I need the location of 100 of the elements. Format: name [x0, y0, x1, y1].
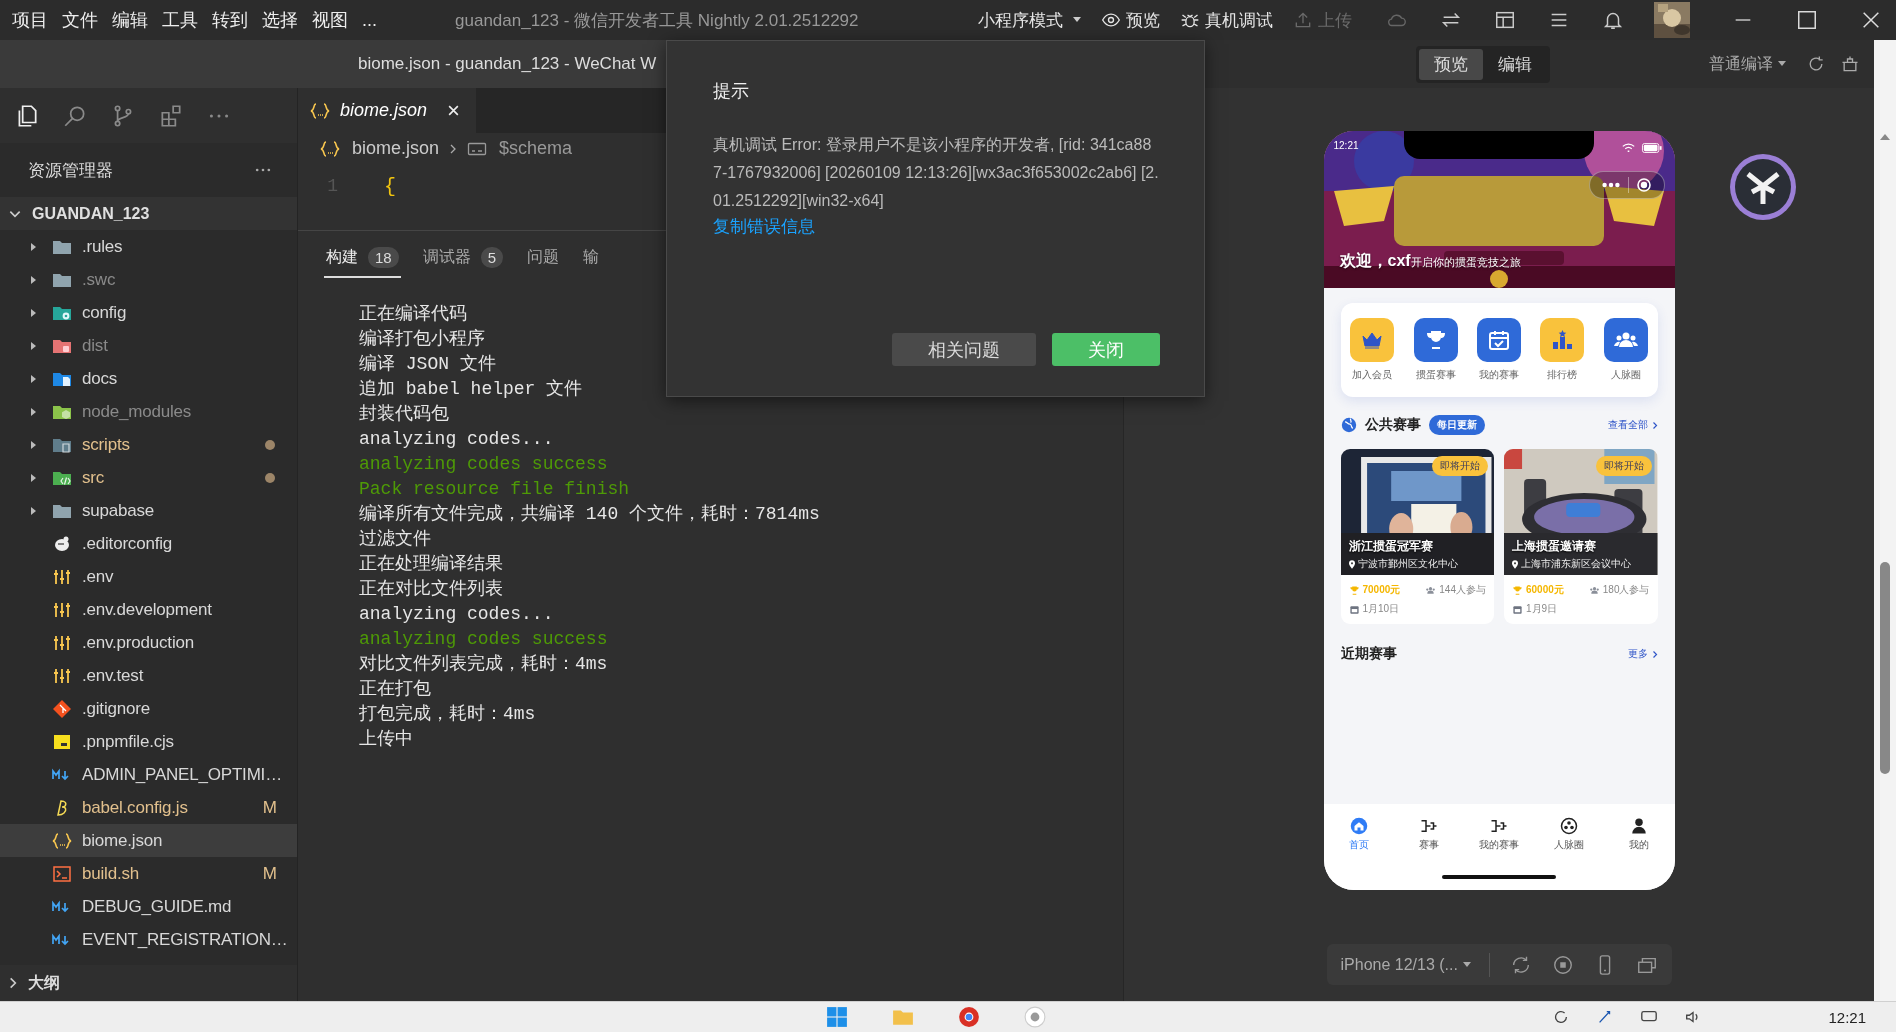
menu-item[interactable]: 转到	[212, 8, 248, 32]
windows-logo-icon[interactable]	[826, 1006, 848, 1028]
dialog-title: 提示	[713, 80, 750, 103]
file-tree-item[interactable]: config	[0, 296, 297, 329]
welcome-subtitle: 开启你的掼蛋竞技之旅	[1410, 256, 1521, 270]
file-tree-item[interactable]: .rules	[0, 230, 297, 263]
console-line: 打包完成，耗时：4ms	[359, 703, 536, 726]
file-tree-item[interactable]: biome.json	[0, 824, 297, 857]
menu-item[interactable]: 编辑	[112, 8, 148, 32]
menu-item[interactable]: 文件	[62, 8, 98, 32]
tab-bar-item[interactable]: 赛事	[1399, 816, 1458, 852]
outline-section-header[interactable]: 大纲	[0, 965, 297, 1001]
file-tree-item[interactable]: src	[0, 461, 297, 494]
file-tree-item[interactable]: .swc	[0, 263, 297, 296]
file-tree-item[interactable]: .env	[0, 560, 297, 593]
compile-mode-dropdown[interactable]: 普通编译	[1703, 52, 1792, 76]
caret-icon	[1778, 61, 1786, 67]
console-line: 正在对比文件列表	[359, 578, 503, 601]
scrollbar-thumb[interactable]	[1880, 562, 1890, 774]
toggle-tab[interactable]: 编辑	[1483, 48, 1547, 80]
file-tree-item[interactable]: scripts	[0, 428, 297, 461]
file-tree-item[interactable]: babel.config.js M	[0, 791, 297, 824]
extensions-icon[interactable]	[158, 102, 184, 129]
braces-icon	[52, 830, 72, 851]
close-target-icon[interactable]	[1636, 177, 1652, 193]
stop-icon[interactable]	[1551, 953, 1574, 976]
more-link[interactable]: 更多	[1627, 647, 1658, 661]
tab-bar-item[interactable]: 我的	[1610, 816, 1669, 852]
tab-bar-item[interactable]: 我的赛事	[1469, 816, 1528, 852]
breadcrumb-item[interactable]: $schema	[499, 138, 573, 159]
file-tree-item[interactable]: docs	[0, 362, 297, 395]
shortcut-label: 人脉圈	[1610, 368, 1641, 382]
console-line: 上传中	[359, 728, 413, 751]
file-tree-item[interactable]: .env.development	[0, 593, 297, 626]
scrollbar[interactable]	[1874, 40, 1896, 1001]
section-title: 公共赛事	[1364, 416, 1421, 434]
file-tree-item[interactable]: node_modules	[0, 395, 297, 428]
shortcut-label: 排行榜	[1547, 368, 1578, 382]
file-tree-item[interactable]: .env.production	[0, 626, 297, 659]
project-folder-header[interactable]: GUANDAN_123	[0, 197, 297, 230]
scroll-up-icon[interactable]	[1880, 134, 1890, 140]
browser-icon[interactable]	[958, 1006, 980, 1028]
menu-item[interactable]: 选择	[262, 8, 298, 32]
file-tree-item[interactable]: .editorconfig	[0, 527, 297, 560]
console-line: 编译 JSON 文件	[359, 353, 496, 376]
crown-icon[interactable]	[1350, 318, 1395, 362]
circle-dots-icon	[1560, 816, 1579, 835]
panel-tab[interactable]: 问题	[525, 243, 562, 278]
file-tree-item[interactable]: .pnpmfile.cjs	[0, 725, 297, 758]
breadcrumb-item[interactable]: biome.json	[352, 138, 440, 159]
clear-cache-icon[interactable]	[1840, 54, 1860, 74]
toggle-tab[interactable]: 预览	[1419, 48, 1483, 80]
app-icon[interactable]	[1024, 1006, 1046, 1028]
close-icon[interactable]	[1860, 9, 1882, 31]
menu-item[interactable]: 项目	[12, 8, 48, 32]
more-icon[interactable]	[1601, 181, 1621, 189]
taskbar-clock[interactable]: 12:21	[1828, 1008, 1866, 1026]
git-status-letter: M	[262, 797, 277, 818]
file-tree-item[interactable]: ADMIN_PANEL_OPTIMI…	[0, 758, 297, 791]
file-tree-item[interactable]: build.sh M	[0, 857, 297, 890]
view-all-link[interactable]: 查看全部	[1607, 418, 1658, 432]
menu-item[interactable]: 视图	[312, 8, 348, 32]
maximize-icon[interactable]	[1796, 9, 1818, 31]
event-date: 1月9日	[1526, 602, 1558, 616]
menu-item[interactable]: ...	[362, 9, 377, 31]
copy-error-link[interactable]: 复制错误信息	[713, 215, 1160, 238]
trophy-icon[interactable]	[1413, 318, 1458, 362]
editor-tab[interactable]: biome.json	[298, 88, 476, 133]
menu-item[interactable]: 工具	[162, 8, 198, 32]
layout-icon[interactable]	[1494, 9, 1516, 31]
panel-tab[interactable]: 输	[581, 243, 602, 278]
panel-tab[interactable]: 构建 18	[324, 243, 401, 278]
console-line: 过滤文件	[359, 528, 431, 551]
location-pin-icon	[1512, 559, 1518, 569]
event-card[interactable]: 即将开始 浙江掼蛋冠军赛 宁波市鄞州区文化中心 70000元 144人参与 1月10日	[1340, 449, 1494, 624]
file-tree-item[interactable]: .env.test	[0, 659, 297, 692]
app-logo-icon[interactable]	[1728, 152, 1798, 222]
file-tree-item[interactable]: DEBUG_GUIDE.md	[0, 890, 297, 923]
console-line: 对比文件列表完成，耗时：4ms	[359, 653, 608, 676]
ranking-icon[interactable]	[1540, 318, 1585, 362]
calendar-icon[interactable]	[1476, 318, 1521, 362]
calendar-icon	[1512, 603, 1523, 615]
file-tree-item[interactable]: .gitignore	[0, 692, 297, 725]
file-tree-item[interactable]: supabase	[0, 494, 297, 527]
mode-dropdown[interactable]: 小程序模式	[976, 6, 1083, 34]
file-tree-item[interactable]: dist	[0, 329, 297, 362]
explorer-title: 资源管理器	[28, 159, 113, 182]
event-card[interactable]: 即将开始 上海掼蛋邀请赛 上海市浦东新区会议中心 60000元 180人参与 1月9日	[1504, 449, 1658, 624]
panel-tab[interactable]: 调试器 5	[420, 243, 506, 278]
people-icon[interactable]	[1603, 318, 1648, 362]
tab-bar-item[interactable]: 首页	[1329, 816, 1388, 852]
preview-button[interactable]: 预览	[1099, 6, 1162, 34]
related-issues-button[interactable]: 相关问题	[892, 333, 1036, 366]
console-line: analyzing codes success	[359, 628, 608, 651]
file-tree-item[interactable]: EVENT_REGISTRATION…	[0, 923, 297, 956]
modified-dot-icon	[265, 472, 275, 483]
debug-button[interactable]: 真机调试	[1178, 6, 1275, 34]
device-dropdown[interactable]: iPhone 12/13 (...	[1334, 954, 1477, 975]
close-icon[interactable]	[447, 104, 460, 117]
tab-bar-item[interactable]: 人脉圈	[1540, 816, 1599, 852]
